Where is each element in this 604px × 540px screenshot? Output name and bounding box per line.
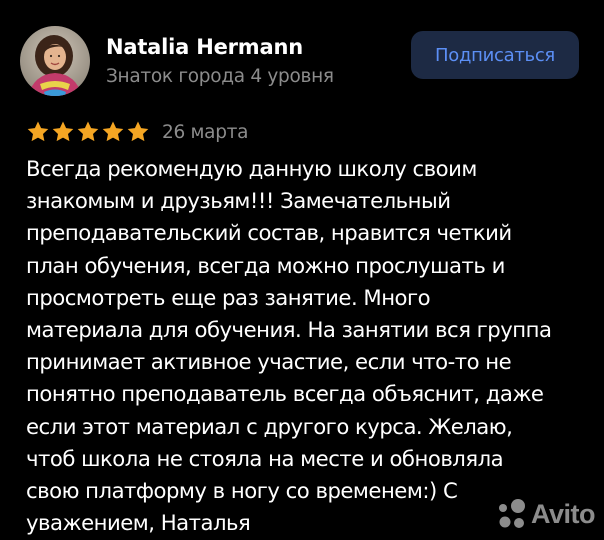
rating-row: 26 марта (26, 118, 248, 146)
review-text: Всегда рекомендую данную школу своим зна… (26, 153, 592, 539)
user-photo-icon (20, 26, 90, 96)
review-text-line: понятно преподаватель всегда объяснит, д… (26, 381, 544, 407)
star-icon (127, 121, 149, 142)
review-text-line: материала для обучения. На занятии вся г… (26, 317, 552, 343)
review-date: 26 марта (162, 121, 249, 143)
star-icon (77, 121, 99, 142)
avatar[interactable] (20, 26, 90, 96)
review-text-line: принимает активное участие, если что-то … (26, 349, 512, 375)
star-icon (102, 121, 124, 142)
review-text-line: Всегда рекомендую данную школу своим (26, 156, 477, 181)
star-rating (26, 120, 150, 144)
review-text-line: если этот материал с другого курса. Жела… (26, 413, 513, 439)
review-card: Natalia Hermann Знаток города 4 уровня П… (0, 0, 604, 540)
review-text-line: план обучения, всегда можно прослушать и (26, 252, 505, 278)
star-icon (52, 121, 74, 142)
author-level: Знаток города 4 уровня (106, 66, 334, 87)
subscribe-button[interactable]: Подписаться (411, 31, 579, 79)
review-text-line: чтоб школа не стояла на месте и обновлял… (26, 445, 504, 471)
review-text-line: просмотреть еще раз занятие. Много (26, 284, 431, 310)
avito-watermark: Avito (494, 496, 596, 532)
star-icon (27, 121, 49, 142)
author-name[interactable]: Natalia Hermann (106, 35, 303, 59)
review-text-line: преподавательский состав, нравится четки… (26, 220, 512, 246)
avito-logo-icon (499, 499, 525, 528)
review-text-line: знакомым и друзьям!!! Замечательный (26, 188, 451, 214)
avito-wordmark: Avito (531, 498, 596, 529)
